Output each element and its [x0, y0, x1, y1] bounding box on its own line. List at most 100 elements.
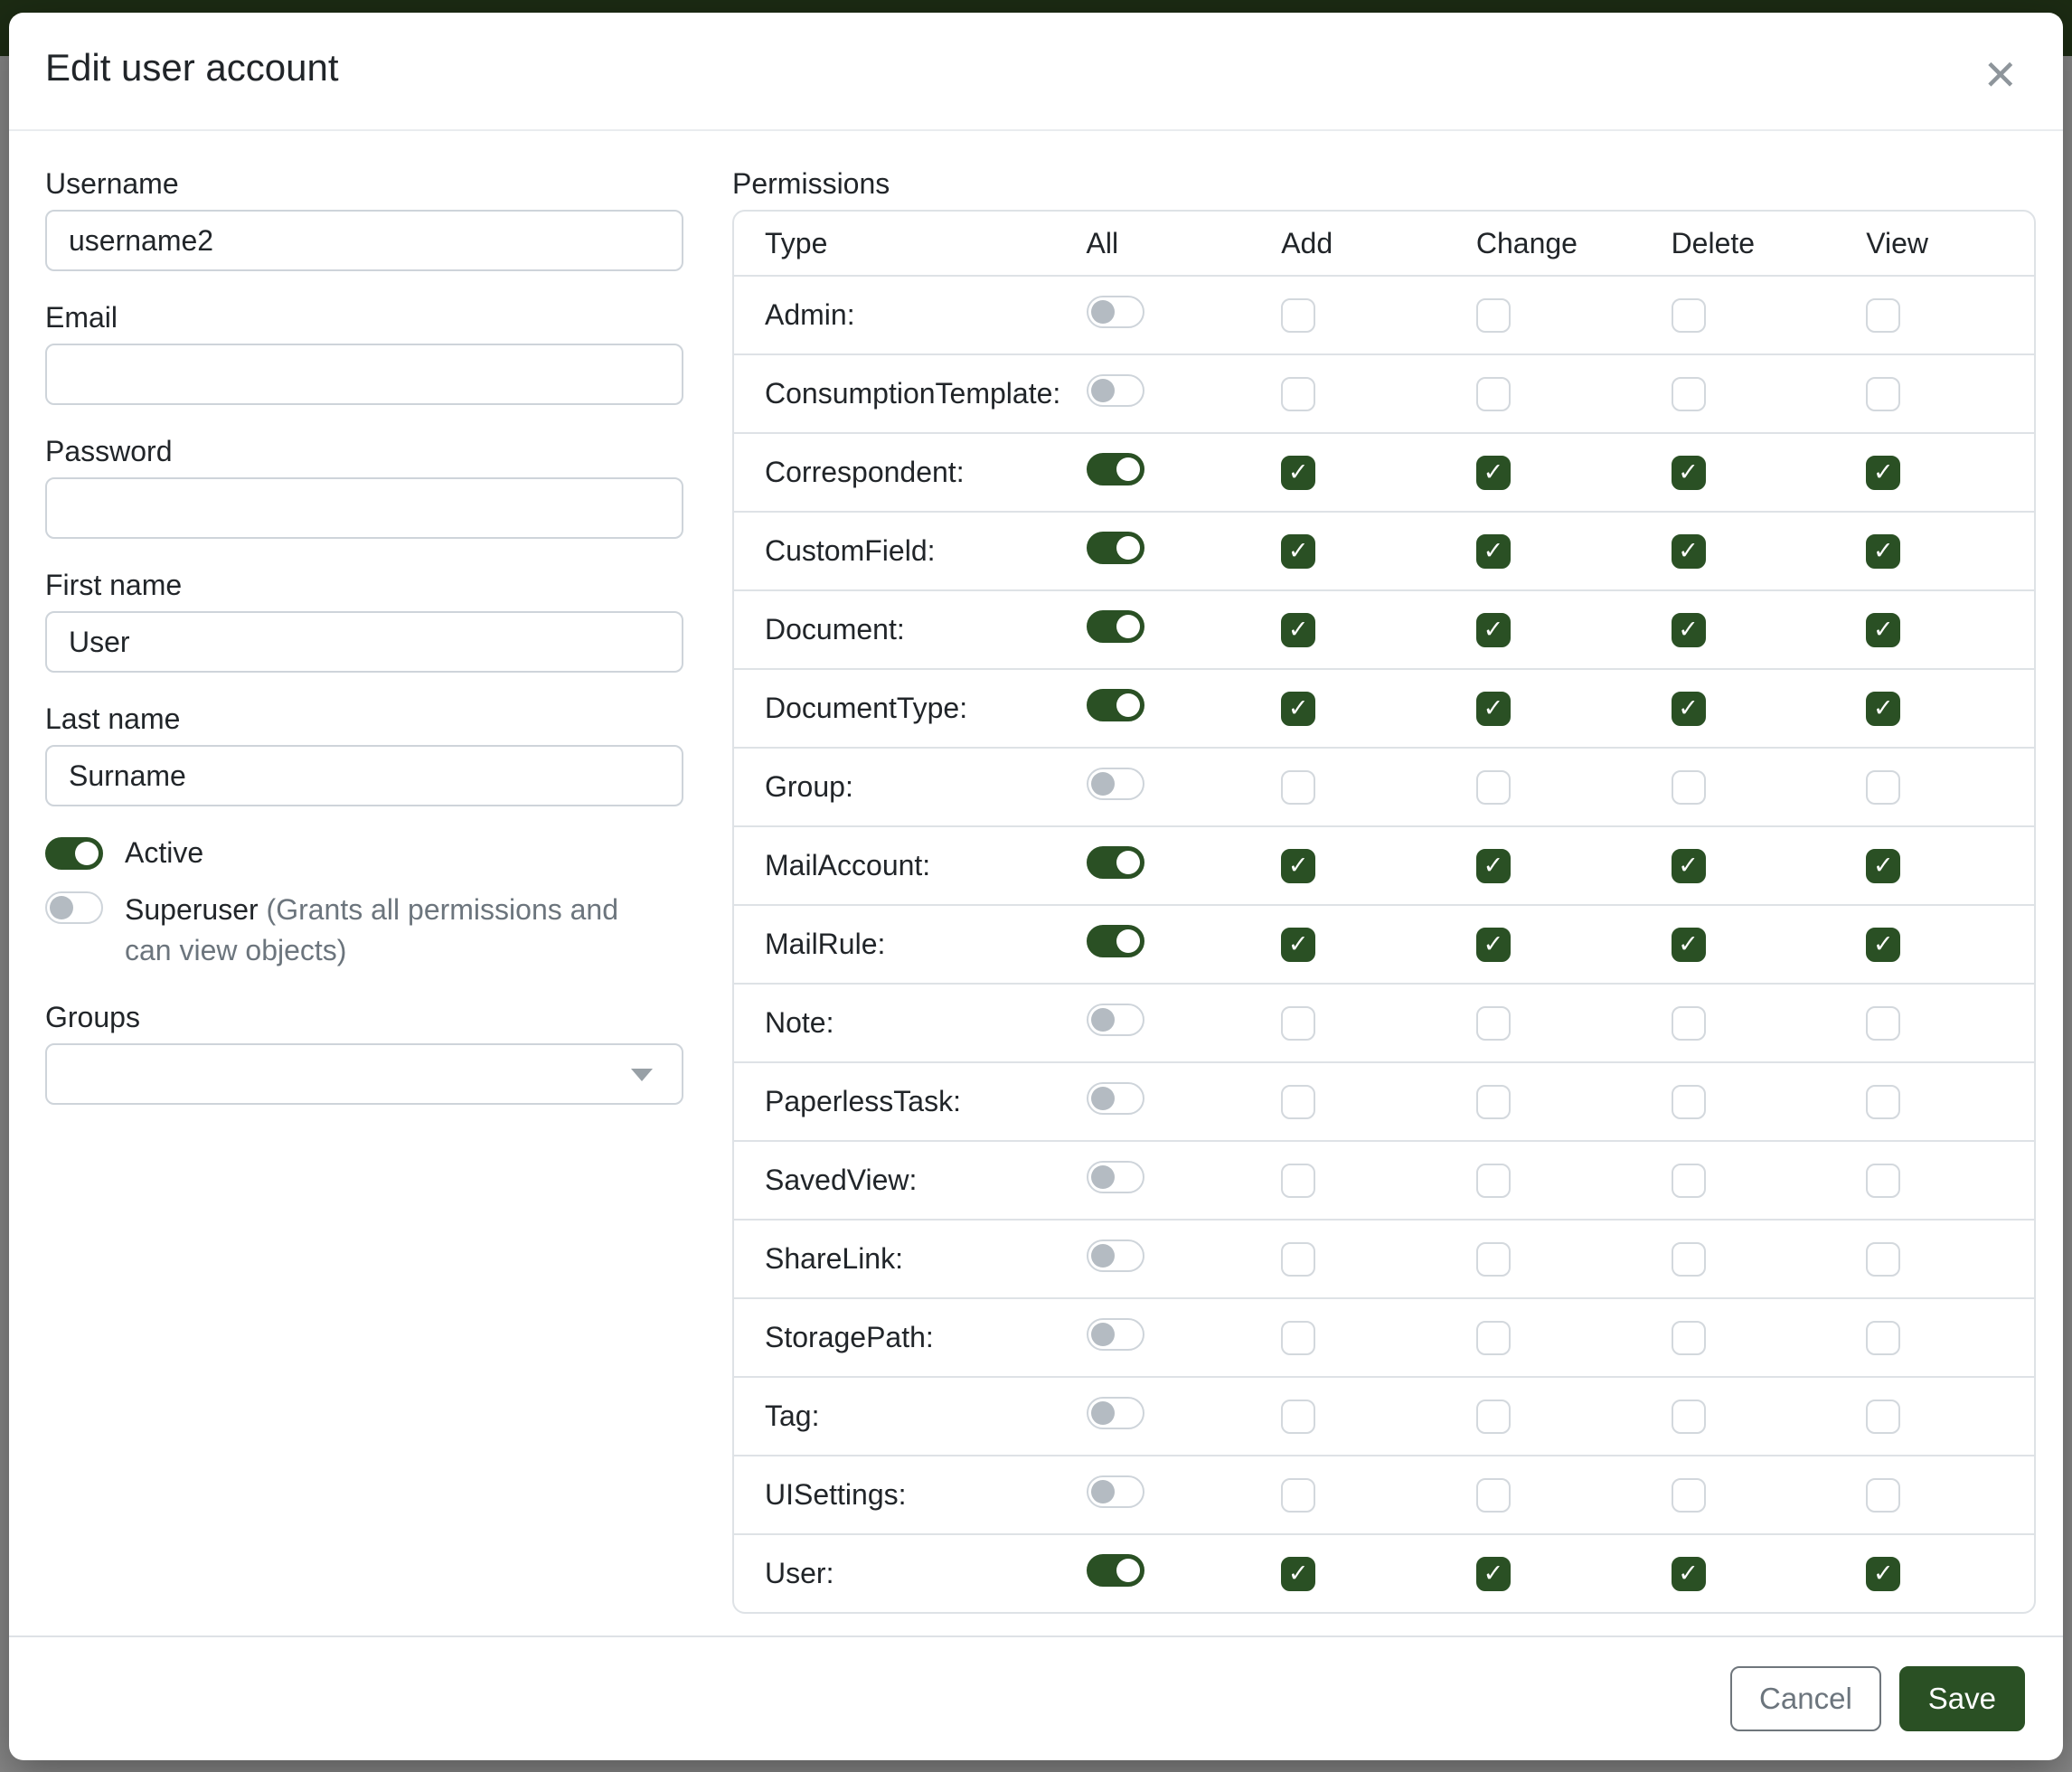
username-input[interactable] [45, 210, 683, 271]
permission-change-checkbox[interactable] [1476, 692, 1511, 726]
permission-all-toggle[interactable] [1087, 1004, 1144, 1036]
permission-view-checkbox[interactable] [1866, 456, 1900, 490]
permission-all-toggle[interactable] [1087, 1397, 1144, 1429]
permission-add-checkbox[interactable] [1281, 1557, 1315, 1591]
permission-view-checkbox[interactable] [1866, 1006, 1900, 1041]
permission-all-toggle[interactable] [1087, 846, 1144, 879]
permission-add-checkbox[interactable] [1281, 849, 1315, 883]
permission-change-checkbox[interactable] [1476, 1164, 1511, 1198]
permission-delete-cell [1644, 613, 1840, 647]
permission-all-cell [1060, 1475, 1255, 1515]
permission-all-toggle[interactable] [1087, 1554, 1144, 1587]
permission-all-toggle[interactable] [1087, 768, 1144, 800]
permission-view-checkbox[interactable] [1866, 1242, 1900, 1277]
permission-delete-checkbox[interactable] [1672, 928, 1706, 962]
permission-add-checkbox[interactable] [1281, 456, 1315, 490]
superuser-toggle[interactable] [45, 891, 103, 924]
permission-view-checkbox[interactable] [1866, 534, 1900, 569]
permission-add-checkbox[interactable] [1281, 377, 1315, 411]
permission-add-checkbox[interactable] [1281, 1242, 1315, 1277]
permission-change-checkbox[interactable] [1476, 377, 1511, 411]
permission-change-checkbox[interactable] [1476, 613, 1511, 647]
permission-change-checkbox[interactable] [1476, 1085, 1511, 1119]
permission-view-checkbox[interactable] [1866, 1085, 1900, 1119]
permission-delete-checkbox[interactable] [1672, 692, 1706, 726]
permission-change-checkbox[interactable] [1476, 298, 1511, 333]
permission-delete-checkbox[interactable] [1672, 534, 1706, 569]
permission-all-toggle[interactable] [1087, 1239, 1144, 1272]
permission-delete-checkbox[interactable] [1672, 1400, 1706, 1434]
permission-change-checkbox[interactable] [1476, 770, 1511, 805]
permission-add-checkbox[interactable] [1281, 1085, 1315, 1119]
permission-change-checkbox[interactable] [1476, 456, 1511, 490]
permission-view-checkbox[interactable] [1866, 1164, 1900, 1198]
permission-change-checkbox[interactable] [1476, 534, 1511, 569]
password-field[interactable] [45, 477, 683, 539]
permission-change-checkbox[interactable] [1476, 1321, 1511, 1355]
first-name-field[interactable] [45, 611, 683, 673]
permission-delete-checkbox[interactable] [1672, 1006, 1706, 1041]
permission-delete-checkbox[interactable] [1672, 377, 1706, 411]
permission-change-checkbox[interactable] [1476, 1557, 1511, 1591]
permission-delete-checkbox[interactable] [1672, 456, 1706, 490]
permission-delete-checkbox[interactable] [1672, 298, 1706, 333]
permission-view-checkbox[interactable] [1866, 1321, 1900, 1355]
permission-add-checkbox[interactable] [1281, 534, 1315, 569]
permission-all-toggle[interactable] [1087, 1161, 1144, 1193]
permission-change-checkbox[interactable] [1476, 849, 1511, 883]
permission-view-checkbox[interactable] [1866, 1557, 1900, 1591]
permission-view-checkbox[interactable] [1866, 692, 1900, 726]
permission-add-checkbox[interactable] [1281, 1400, 1315, 1434]
email-field[interactable] [45, 344, 683, 405]
permission-add-checkbox[interactable] [1281, 1321, 1315, 1355]
permission-view-checkbox[interactable] [1866, 377, 1900, 411]
last-name-field[interactable] [45, 745, 683, 806]
active-toggle[interactable] [45, 837, 103, 870]
permission-add-checkbox[interactable] [1281, 1478, 1315, 1513]
permission-delete-checkbox[interactable] [1672, 849, 1706, 883]
permission-delete-checkbox[interactable] [1672, 770, 1706, 805]
permission-add-checkbox[interactable] [1281, 692, 1315, 726]
permission-all-toggle[interactable] [1087, 610, 1144, 643]
permission-delete-checkbox[interactable] [1672, 1085, 1706, 1119]
permission-view-checkbox[interactable] [1866, 298, 1900, 333]
permission-all-toggle[interactable] [1087, 1475, 1144, 1508]
permission-view-checkbox[interactable] [1866, 1478, 1900, 1513]
permission-all-toggle[interactable] [1087, 1082, 1144, 1115]
permission-change-checkbox[interactable] [1476, 928, 1511, 962]
permission-delete-checkbox[interactable] [1672, 1557, 1706, 1591]
permission-add-checkbox[interactable] [1281, 1006, 1315, 1041]
permission-add-checkbox[interactable] [1281, 298, 1315, 333]
permission-delete-checkbox[interactable] [1672, 613, 1706, 647]
permission-change-checkbox[interactable] [1476, 1006, 1511, 1041]
permission-view-checkbox[interactable] [1866, 928, 1900, 962]
permission-add-checkbox[interactable] [1281, 613, 1315, 647]
permission-delete-checkbox[interactable] [1672, 1478, 1706, 1513]
permission-delete-checkbox[interactable] [1672, 1242, 1706, 1277]
first-name-field-group: First name [45, 569, 683, 673]
save-button[interactable]: Save [1899, 1666, 2025, 1731]
permission-view-checkbox[interactable] [1866, 770, 1900, 805]
permission-view-checkbox[interactable] [1866, 613, 1900, 647]
permission-delete-checkbox[interactable] [1672, 1321, 1706, 1355]
permission-add-checkbox[interactable] [1281, 770, 1315, 805]
permission-delete-checkbox[interactable] [1672, 1164, 1706, 1198]
permission-all-toggle[interactable] [1087, 689, 1144, 721]
permission-all-toggle[interactable] [1087, 925, 1144, 957]
groups-select[interactable] [45, 1043, 683, 1105]
permission-add-checkbox[interactable] [1281, 1164, 1315, 1198]
permission-all-toggle[interactable] [1087, 453, 1144, 485]
permission-add-checkbox[interactable] [1281, 928, 1315, 962]
cancel-button[interactable]: Cancel [1730, 1666, 1881, 1731]
column-header-view: View [1839, 227, 2034, 260]
permission-change-checkbox[interactable] [1476, 1400, 1511, 1434]
permission-all-toggle[interactable] [1087, 296, 1144, 328]
permission-all-toggle[interactable] [1087, 374, 1144, 407]
permission-change-checkbox[interactable] [1476, 1242, 1511, 1277]
permission-change-checkbox[interactable] [1476, 1478, 1511, 1513]
close-button[interactable]: ✕ [1975, 49, 2025, 101]
permission-view-checkbox[interactable] [1866, 849, 1900, 883]
permission-view-checkbox[interactable] [1866, 1400, 1900, 1434]
permission-all-toggle[interactable] [1087, 532, 1144, 564]
permission-all-toggle[interactable] [1087, 1318, 1144, 1351]
